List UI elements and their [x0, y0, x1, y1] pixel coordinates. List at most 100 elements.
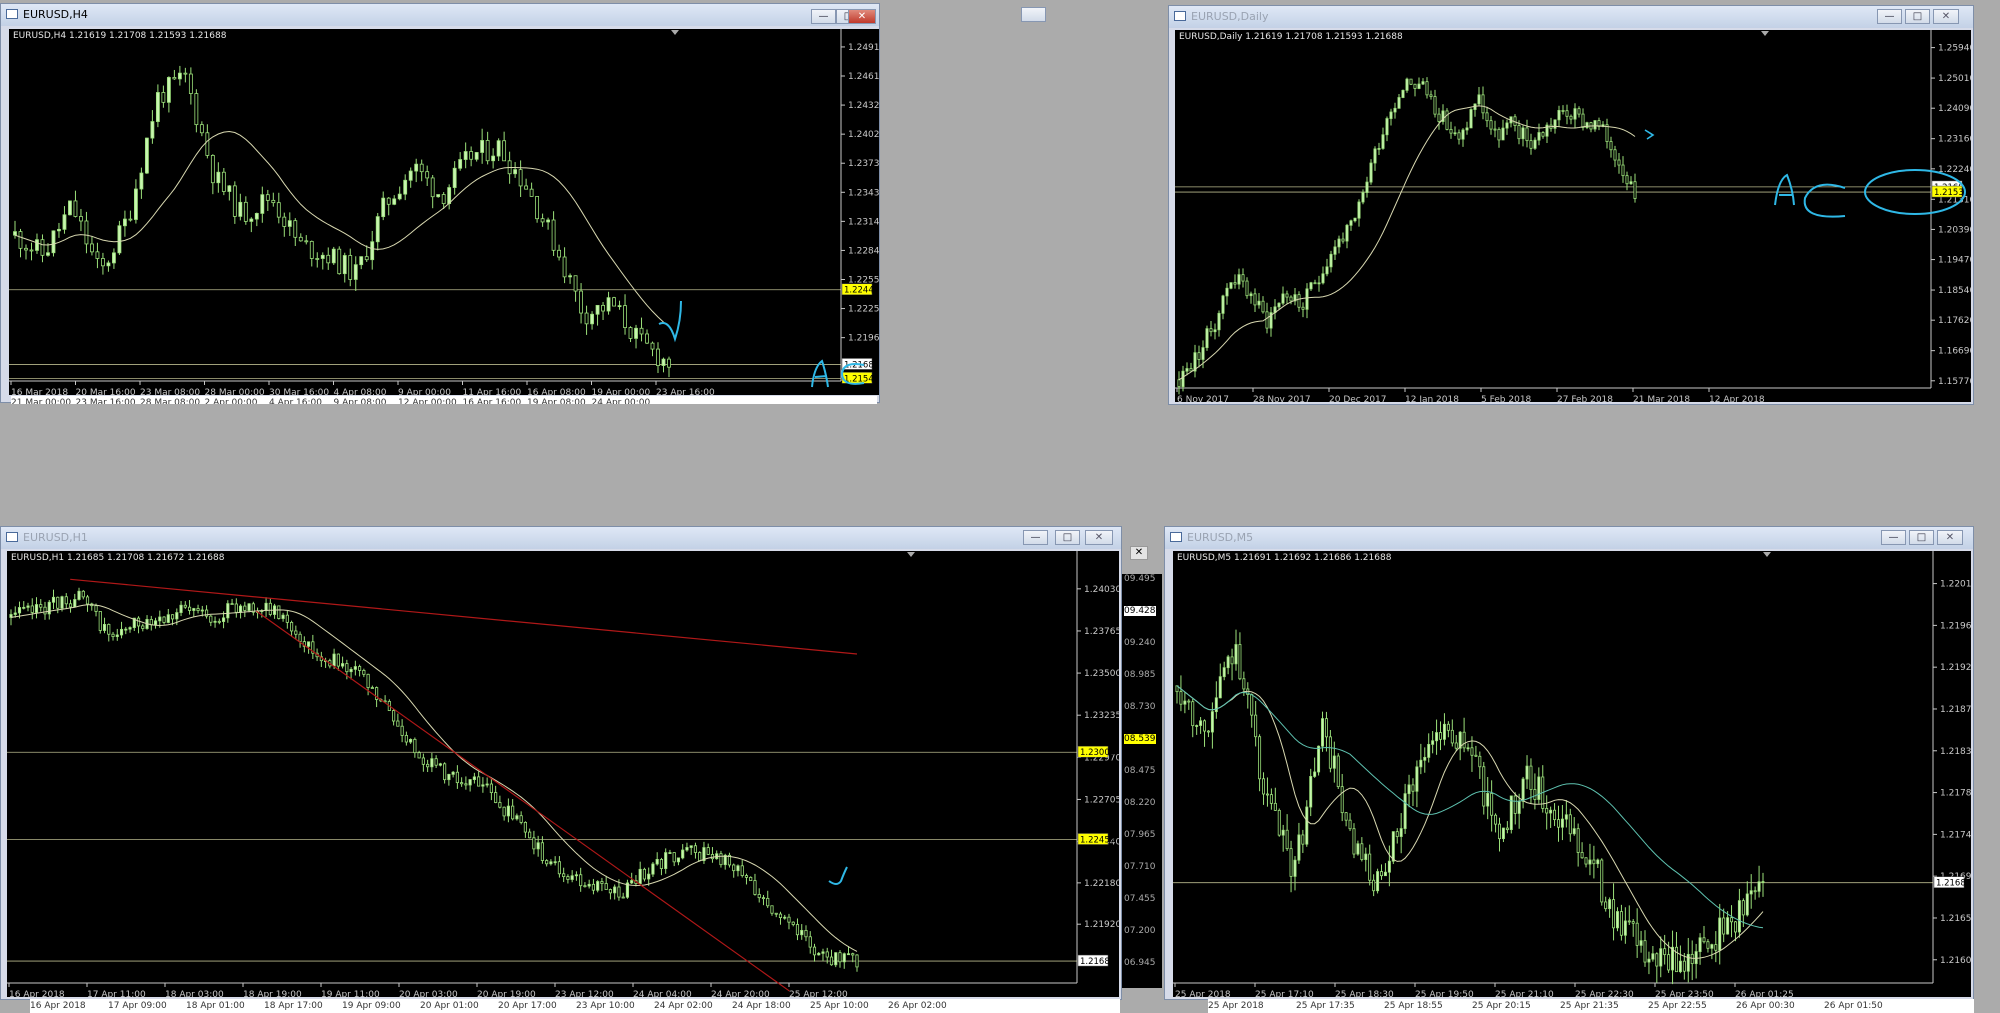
candle-body	[1209, 328, 1213, 333]
candle-body	[630, 880, 634, 884]
minimize-button[interactable]: —	[1881, 530, 1906, 545]
chart-window-h4[interactable]: EURUSD,H4 — □ ✕ 1.249101.246151.243201.2…	[0, 3, 1046, 404]
window-titlebar[interactable]: EURUSD,M5 — □ ✕	[1165, 527, 1973, 549]
close-button[interactable]: ✕	[1933, 9, 1959, 24]
candle-body	[345, 663, 349, 673]
candle-body	[1349, 220, 1353, 226]
candle-body	[1694, 951, 1698, 965]
candle-body	[128, 218, 133, 221]
close-button[interactable]: ✕	[848, 9, 876, 24]
price-label-text: 1.22446	[844, 286, 879, 296]
price-tick-label: 1.15770	[1938, 377, 1971, 387]
candle-body	[601, 304, 605, 312]
candle-body	[81, 590, 85, 598]
candle-body	[1250, 694, 1254, 716]
candle-body	[353, 666, 357, 670]
candle-body	[1612, 899, 1616, 929]
minimize-button[interactable]: —	[1023, 530, 1048, 545]
candle-body	[1262, 778, 1266, 795]
candlestick-chart: 1.24910 1.24615 1.24320 1.24025 1.23730 1.234…	[9, 29, 879, 395]
maximize-button[interactable]: □	[1905, 9, 1930, 24]
price-label-text: 1.22453	[1080, 835, 1115, 845]
chart-shift-marker	[1761, 31, 1769, 36]
ghost-time-tick-label: 25 Apr 20:15	[1472, 1001, 1531, 1011]
ghost-time-tick-label: 23 Mar 16:00	[75, 398, 136, 404]
candle-body	[706, 847, 710, 855]
candle-body	[260, 194, 265, 214]
candle-body	[51, 230, 56, 254]
candle-body	[192, 608, 196, 611]
candle-body	[656, 348, 660, 366]
candle-body	[1281, 293, 1285, 304]
candle-body	[1659, 948, 1663, 967]
candle-body	[243, 201, 248, 222]
window-titlebar[interactable]: EURUSD,Daily — □ ✕	[1169, 6, 1973, 28]
candle-body	[102, 623, 107, 631]
time-tick-label: 5 Feb 2018	[1481, 395, 1532, 402]
candle-body	[1403, 793, 1407, 829]
candle-body	[158, 616, 162, 622]
price-tick-label: 1.23435	[848, 188, 879, 198]
price-chart-h4[interactable]: 1.24910 1.24615 1.24320 1.24025 1.23730 1.234…	[9, 29, 879, 395]
price-chart-h1[interactable]: 1.24030 1.23765 1.23500 1.23235 1.22970 1.227…	[7, 551, 1119, 997]
candle-body	[153, 620, 158, 626]
candle-body	[1667, 954, 1671, 971]
price-chart-daily[interactable]: 1.259401.250101.240901.231601.222401.213…	[1175, 30, 1971, 402]
minimize-button[interactable]: —	[1877, 9, 1902, 24]
candle-body	[1391, 831, 1395, 862]
maximize-icon: □	[1062, 532, 1073, 543]
candle-body	[1257, 300, 1261, 306]
maximize-icon: □	[1916, 532, 1927, 543]
candle-body	[264, 602, 268, 612]
candle-body	[1577, 108, 1581, 115]
time-tick-label: 24 Apr 20:00	[711, 990, 770, 997]
candle-body	[736, 865, 740, 872]
candle-body	[480, 140, 485, 153]
chart-window-h1[interactable]: EURUSD,H1 — □ ✕ 1.24030 1.23765 1.23500 1.2…	[0, 526, 1122, 1000]
candle-body	[133, 188, 138, 220]
maximize-button[interactable]: □	[1055, 530, 1080, 545]
candlestick-chart: 1.240301.237651.235001.232351.229701.227…	[7, 551, 1119, 997]
candle-body	[1573, 108, 1577, 120]
candle-body	[1177, 379, 1181, 388]
time-tick-label: 16 Mar 2018	[11, 388, 68, 395]
candle-body	[719, 853, 723, 866]
candle-body	[1421, 81, 1425, 85]
candle-body	[1281, 829, 1285, 836]
ghost-time-tick-label: 20 Apr 01:00	[420, 1001, 479, 1011]
candle-body	[536, 842, 540, 850]
time-tick-label: 23 Apr 16:00	[656, 388, 715, 395]
chart-window-m5[interactable]: EURUSD,M5 — □ ✕ 1.220101.219651.219201.2…	[1164, 526, 1974, 1000]
candle-body	[1301, 306, 1305, 310]
minimize-button[interactable]: —	[811, 9, 836, 24]
candle-body	[342, 255, 347, 275]
candle-body	[1608, 899, 1612, 910]
candle-body	[1289, 296, 1293, 302]
candle-body	[227, 185, 232, 192]
candle-body	[1678, 960, 1682, 973]
hidden-chart-price-tick: 07.455	[1124, 894, 1156, 904]
chart-window-icon	[6, 9, 18, 19]
close-button[interactable]: ✕	[1130, 546, 1148, 560]
price-tick-label: 1.21650	[1940, 914, 1971, 924]
candle-body	[1629, 181, 1633, 185]
ghost-time-tick-label: 26 Apr 02:00	[888, 1001, 947, 1011]
window-titlebar[interactable]: EURUSD,H4 — □ ✕	[1, 4, 1046, 26]
window-titlebar[interactable]: EURUSD,H1 — □ ✕	[1, 527, 1121, 549]
candle-body	[290, 621, 294, 632]
candle-body	[1690, 953, 1694, 965]
chart-window-daily[interactable]: EURUSD,Daily — □ ✕ 1.25940 1.25010 1.24090…	[1168, 5, 1974, 405]
candle-body	[1183, 700, 1187, 705]
candle-body	[22, 606, 26, 609]
candle-body	[124, 628, 128, 631]
price-label-text: 1.21688	[1080, 957, 1115, 967]
chart-shift-marker	[1763, 552, 1771, 557]
candle-body	[783, 916, 787, 919]
minimize-button[interactable]	[1021, 7, 1046, 22]
close-button[interactable]: ✕	[1085, 530, 1113, 545]
maximize-button[interactable]: □	[1909, 530, 1934, 545]
price-tick-label: 1.25940	[1938, 44, 1971, 54]
price-chart-m5[interactable]: 1.22010 1.21965 1.21920 1.21875 1.21830 1.217…	[1173, 551, 1971, 997]
close-button[interactable]: ✕	[1937, 530, 1963, 545]
candle-body	[513, 169, 518, 175]
